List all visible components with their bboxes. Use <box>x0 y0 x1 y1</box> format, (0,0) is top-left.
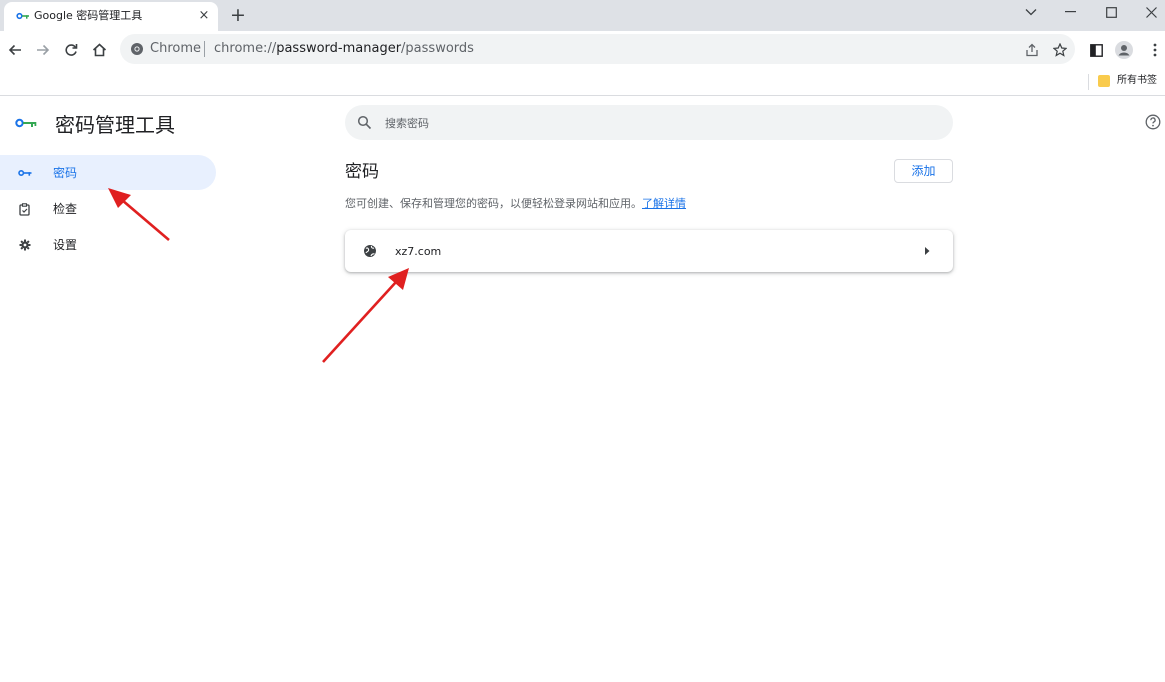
back-icon[interactable] <box>4 39 26 61</box>
new-tab-button[interactable]: + <box>229 5 247 25</box>
toolbar: Chrome chrome://password-manager/passwor… <box>0 31 1165 68</box>
search-box <box>345 105 953 140</box>
search-icon <box>357 115 372 130</box>
share-icon[interactable] <box>1023 41 1041 59</box>
sidebar-item-checkup[interactable]: 检查 <box>0 191 216 226</box>
sidebar-item-label: 密码 <box>53 166 78 180</box>
side-panel-icon[interactable] <box>1085 39 1107 61</box>
sidebar-item-label: 检查 <box>53 202 78 216</box>
menu-more-icon[interactable] <box>1144 39 1165 61</box>
folder-icon[interactable] <box>1098 75 1110 87</box>
key-favicon-icon <box>16 12 29 20</box>
checkup-icon <box>18 202 32 216</box>
search-input[interactable] <box>385 114 925 132</box>
sidebar-item-settings[interactable]: 设置 <box>0 227 216 262</box>
bookmarks-bar: 所有书签 <box>0 68 1165 96</box>
globe-icon <box>364 245 376 257</box>
site-name: xz7.com <box>395 245 442 258</box>
passwords-description: 您可创建、保存和管理您的密码，以便轻松登录网站和应用。了解详情 <box>345 196 686 211</box>
sidebar-item-passwords[interactable]: 密码 <box>0 155 216 190</box>
forward-icon[interactable] <box>32 39 54 61</box>
annotation-arrows <box>108 188 409 363</box>
add-password-button[interactable]: 添加 <box>894 159 953 183</box>
reload-icon[interactable] <box>60 39 82 61</box>
home-icon[interactable] <box>88 39 110 61</box>
help-icon[interactable] <box>1145 114 1161 130</box>
profile-avatar-icon[interactable] <box>1113 39 1135 61</box>
annotation-arrow-site <box>322 268 409 363</box>
all-bookmarks-label[interactable]: 所有书签 <box>1117 74 1157 88</box>
tab-strip: Google 密码管理工具 × + <box>0 0 1165 31</box>
maximize-icon[interactable] <box>1096 2 1126 22</box>
tab-search-chevron-icon[interactable] <box>1016 2 1046 22</box>
password-manager-logo-icon <box>15 118 37 128</box>
address-divider <box>204 41 205 57</box>
chrome-icon <box>131 43 143 55</box>
tab-password-manager[interactable]: Google 密码管理工具 × <box>4 2 218 31</box>
learn-more-link[interactable]: 了解详情 <box>642 197 686 210</box>
site-row[interactable]: xz7.com <box>345 230 953 272</box>
bookmark-star-icon[interactable] <box>1051 41 1069 59</box>
app-title: 密码管理工具 <box>55 113 175 137</box>
chevron-right-icon[interactable] <box>923 246 931 256</box>
key-icon <box>18 166 32 180</box>
sidebar-item-label: 设置 <box>53 238 78 252</box>
gear-icon <box>18 238 32 252</box>
passwords-section-title: 密码 <box>345 162 379 182</box>
address-bar[interactable]: Chrome chrome://password-manager/passwor… <box>120 34 1075 64</box>
close-window-icon[interactable] <box>1136 2 1165 22</box>
url-prefix: chrome:// <box>214 41 277 56</box>
description-text: 您可创建、保存和管理您的密码，以便轻松登录网站和应用。 <box>345 197 642 210</box>
minimize-icon[interactable] <box>1056 2 1086 22</box>
url-host: password-manager <box>276 41 402 56</box>
tab-title: Google 密码管理工具 <box>34 9 143 22</box>
bookmarks-divider <box>1088 74 1089 90</box>
browser-window: Google 密码管理工具 × + Chrome chrome://passwo… <box>0 0 1165 682</box>
url-path: /passwords <box>401 41 474 56</box>
chrome-scheme-label: Chrome <box>150 41 201 56</box>
tab-close-icon[interactable]: × <box>196 8 212 24</box>
url-text[interactable]: chrome://password-manager/passwords <box>214 41 474 57</box>
